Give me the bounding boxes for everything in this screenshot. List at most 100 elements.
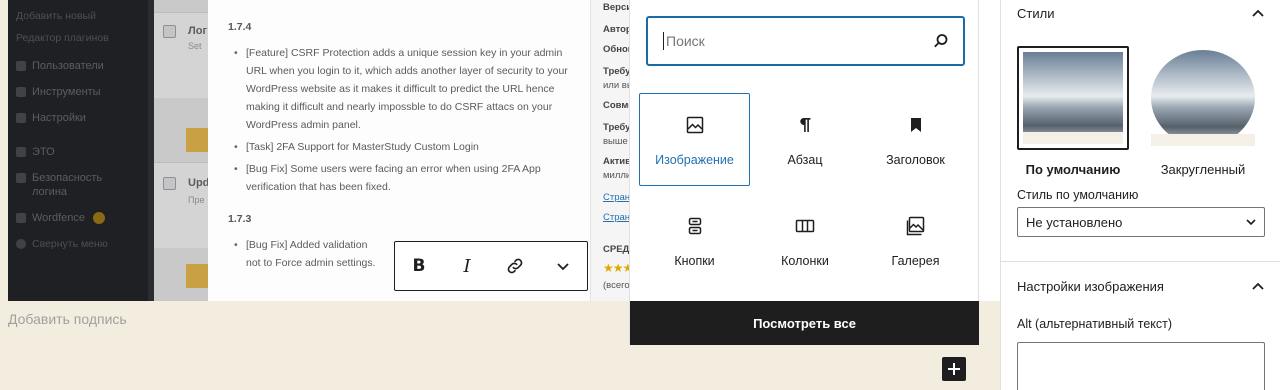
block-buttons[interactable]: Кнопки xyxy=(639,194,750,287)
menu-settings: Настройки xyxy=(16,112,86,124)
paragraph-icon xyxy=(800,117,811,132)
menu-security-2: логина xyxy=(32,186,68,198)
view-all-button[interactable]: Посмотреть все xyxy=(630,301,979,345)
changelog-version: 1.7.4 xyxy=(228,21,252,33)
search-icon[interactable] xyxy=(931,31,951,51)
link-icon xyxy=(507,258,523,274)
screenshot-plugin-list: Лог Set Upd Пре xyxy=(154,0,210,301)
search-box[interactable] xyxy=(646,16,965,66)
block-image[interactable]: Изображение xyxy=(639,93,750,186)
block-heading[interactable]: Заголовок xyxy=(860,93,971,186)
plugin-row: Upd Пре xyxy=(154,162,210,248)
chevron-down-icon xyxy=(1246,218,1256,225)
menu-collapse-label: Свернуть меню xyxy=(32,238,108,250)
select-value: Не установлено xyxy=(1026,214,1123,230)
default-style-select[interactable]: Не установлено xyxy=(1017,207,1265,237)
divider xyxy=(1001,261,1280,262)
menu-tools: Инструменты xyxy=(16,86,101,98)
plugin-sub: Пре xyxy=(188,195,205,205)
chevron-up-icon xyxy=(1252,9,1264,17)
menu-users-label: Пользователи xyxy=(32,60,104,72)
bookmark-heading-icon xyxy=(910,117,921,132)
buttons-icon xyxy=(688,217,701,234)
styles-title: Стили xyxy=(1017,5,1055,21)
block-label: Заголовок xyxy=(886,152,945,167)
rating-stars-icon: ★★★ xyxy=(603,261,633,275)
changelog-item: [Bug Fix] Some users were facing an erro… xyxy=(228,160,570,196)
menu-wordfence: Wordfence xyxy=(16,212,105,224)
notification-badge xyxy=(93,212,105,224)
collapse-icon xyxy=(16,239,26,249)
mountain-image xyxy=(1151,50,1255,146)
changelog-item: [Task] 2FA Support for MasterStudy Custo… xyxy=(228,138,570,156)
block-label: Абзац xyxy=(787,152,823,167)
image-icon xyxy=(686,116,703,133)
wrench-icon xyxy=(16,87,26,97)
mountain-image xyxy=(1023,52,1123,144)
plus-icon xyxy=(948,363,960,375)
plugin-sub: Set xyxy=(188,41,202,51)
block-label: Галерея xyxy=(891,253,940,268)
block-inserter: Изображение Абзац Заголовок Кнопки xyxy=(629,0,979,345)
changelog-list: [Feature] CSRF Protection adds a unique … xyxy=(228,44,570,196)
changelog-item: [Feature] CSRF Protection adds a unique … xyxy=(228,44,570,134)
chevron-down-icon xyxy=(557,263,569,271)
more-options-button[interactable] xyxy=(539,242,587,290)
changelog-version: 1.7.3 xyxy=(228,213,252,225)
add-block-button[interactable] xyxy=(942,357,966,381)
style-rounded[interactable]: Закругленный xyxy=(1147,46,1259,177)
style-label: По умолчанию xyxy=(1025,162,1121,177)
plugin-name: Лог xyxy=(188,25,208,37)
link-button[interactable] xyxy=(491,242,539,290)
seo-icon xyxy=(16,147,26,157)
plugin-checkbox xyxy=(163,177,176,190)
block-label: Колонки xyxy=(781,253,829,268)
text-caret xyxy=(663,32,664,50)
block-columns[interactable]: Колонки xyxy=(750,194,860,287)
block-label: Кнопки xyxy=(674,253,715,268)
menu-security-label: Безопасность xyxy=(32,172,103,184)
caption-input[interactable]: Добавить подпись xyxy=(8,311,127,327)
style-default[interactable]: По умолчанию xyxy=(1017,46,1129,177)
block-gallery[interactable]: Галерея xyxy=(860,194,971,287)
image-settings-title: Настройки изображения xyxy=(1017,278,1164,294)
screenshot-admin-menu: Добавить новый Редактор плагинов Пользов… xyxy=(8,0,148,301)
italic-button[interactable]: I xyxy=(443,242,491,290)
format-toolbar: B I xyxy=(394,241,588,291)
block-grid: Изображение Абзац Заголовок Кнопки Колон… xyxy=(639,93,971,287)
gear-icon xyxy=(16,173,26,183)
block-label: Изображение xyxy=(655,152,734,167)
chevron-up-icon xyxy=(1252,282,1264,290)
menu-settings-label: Настройки xyxy=(32,112,86,124)
plugin-checkbox xyxy=(163,25,176,38)
meta-requires2-sub: выше xyxy=(603,136,628,147)
menu-tools-label: Инструменты xyxy=(32,86,101,98)
style-label: Закругленный xyxy=(1160,162,1246,177)
users-icon xyxy=(16,61,26,71)
editor-canvas: Добавить новый Редактор плагинов Пользов… xyxy=(0,0,1000,390)
menu-security: Безопасность xyxy=(16,172,102,184)
image-settings-header[interactable]: Настройки изображения xyxy=(1017,277,1264,295)
search-input[interactable] xyxy=(666,33,931,49)
columns-icon xyxy=(795,219,815,232)
menu-plugin-editor: Редактор плагинов xyxy=(16,32,109,44)
style-options: По умолчанию Закругленный xyxy=(1017,46,1259,177)
menu-add-new: Добавить новый xyxy=(16,10,96,22)
wordfence-icon xyxy=(16,213,26,223)
alt-text-input[interactable] xyxy=(1017,342,1265,390)
block-paragraph[interactable]: Абзац xyxy=(750,93,860,186)
style-preview xyxy=(1147,46,1259,150)
menu-wordfence-label: Wordfence xyxy=(32,212,85,224)
gallery-icon xyxy=(906,216,924,235)
menu-seo-label: ЭТО xyxy=(32,146,55,158)
settings-icon xyxy=(16,113,26,123)
plugin-name: Upd xyxy=(188,177,210,189)
plugin-row: Лог Set xyxy=(154,12,208,152)
alt-text-label: Alt (альтернативный текст) xyxy=(1017,317,1173,331)
menu-users: Пользователи xyxy=(16,60,104,72)
bold-button[interactable]: B xyxy=(395,242,443,290)
menu-seo: ЭТО xyxy=(16,146,55,158)
warning-icon xyxy=(186,128,208,152)
styles-panel-header[interactable]: Стили xyxy=(1017,4,1264,22)
default-style-label: Стиль по умолчанию xyxy=(1017,188,1139,202)
